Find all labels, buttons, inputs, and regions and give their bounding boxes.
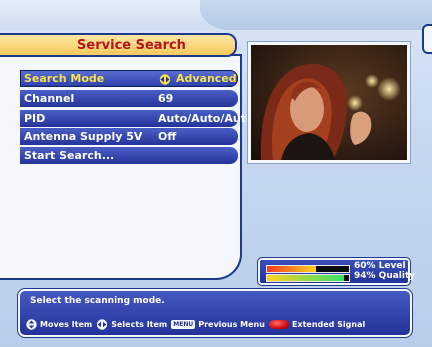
menu-item-value: 69: [158, 92, 174, 105]
left-right-arrows-icon: [97, 319, 108, 330]
key-legend: Moves Item Selects Item MENU Previous Me…: [26, 319, 365, 330]
menu-item-label: Antenna Supply 5V: [24, 130, 143, 143]
video-preview: [247, 41, 411, 164]
menu-item-value: Advanced: [158, 72, 237, 85]
signal-meter: 60% Level 94% Quality: [257, 257, 415, 286]
level-bar-fill: [267, 266, 317, 272]
menu-item-channel[interactable]: Channel 69: [20, 90, 238, 107]
menu-item-label: PID: [24, 112, 46, 125]
menu-key-icon: MENU: [171, 320, 196, 329]
menu-item-antenna-supply[interactable]: Antenna Supply 5V Off: [20, 128, 238, 145]
top-band-curve: [200, 0, 432, 30]
menu-item-value: Off: [158, 130, 177, 143]
legend-extended: Extended Signal: [291, 320, 366, 329]
level-text: 60% Level: [354, 261, 406, 271]
page-title: Service Search: [77, 37, 186, 53]
menu-panel: [0, 54, 242, 280]
quality-text: 94% Quality: [354, 271, 416, 281]
up-down-arrows-icon: [26, 319, 37, 330]
quality-bar: [266, 274, 350, 282]
menu-item-value: Auto/Auto/Auto: [158, 112, 254, 125]
help-text: Select the scanning mode.: [30, 296, 165, 306]
red-button-icon: [268, 320, 289, 329]
menu-item-pid[interactable]: PID Auto/Auto/Auto: [20, 110, 254, 127]
left-right-arrows-icon: [159, 73, 171, 85]
menu-item-label: Search Mode: [24, 72, 105, 85]
legend-previous: Previous Menu: [198, 320, 265, 329]
menu-item-start-search[interactable]: Start Search...: [20, 147, 238, 164]
title-tab: Service Search: [0, 33, 237, 57]
video-frame-image: [251, 45, 407, 160]
menu-item-search-mode[interactable]: Search Mode Advanced: [20, 70, 238, 87]
menu-item-label: Channel: [24, 92, 75, 105]
quality-bar-fill: [267, 275, 345, 281]
level-bar: [266, 265, 350, 273]
legend-selects: Selects Item: [111, 320, 168, 329]
menu-item-label: Start Search...: [24, 149, 115, 162]
right-edge-tab: [422, 24, 432, 54]
help-panel: Select the scanning mode. Moves Item Sel…: [17, 288, 413, 338]
legend-moves: Moves Item: [40, 320, 93, 329]
